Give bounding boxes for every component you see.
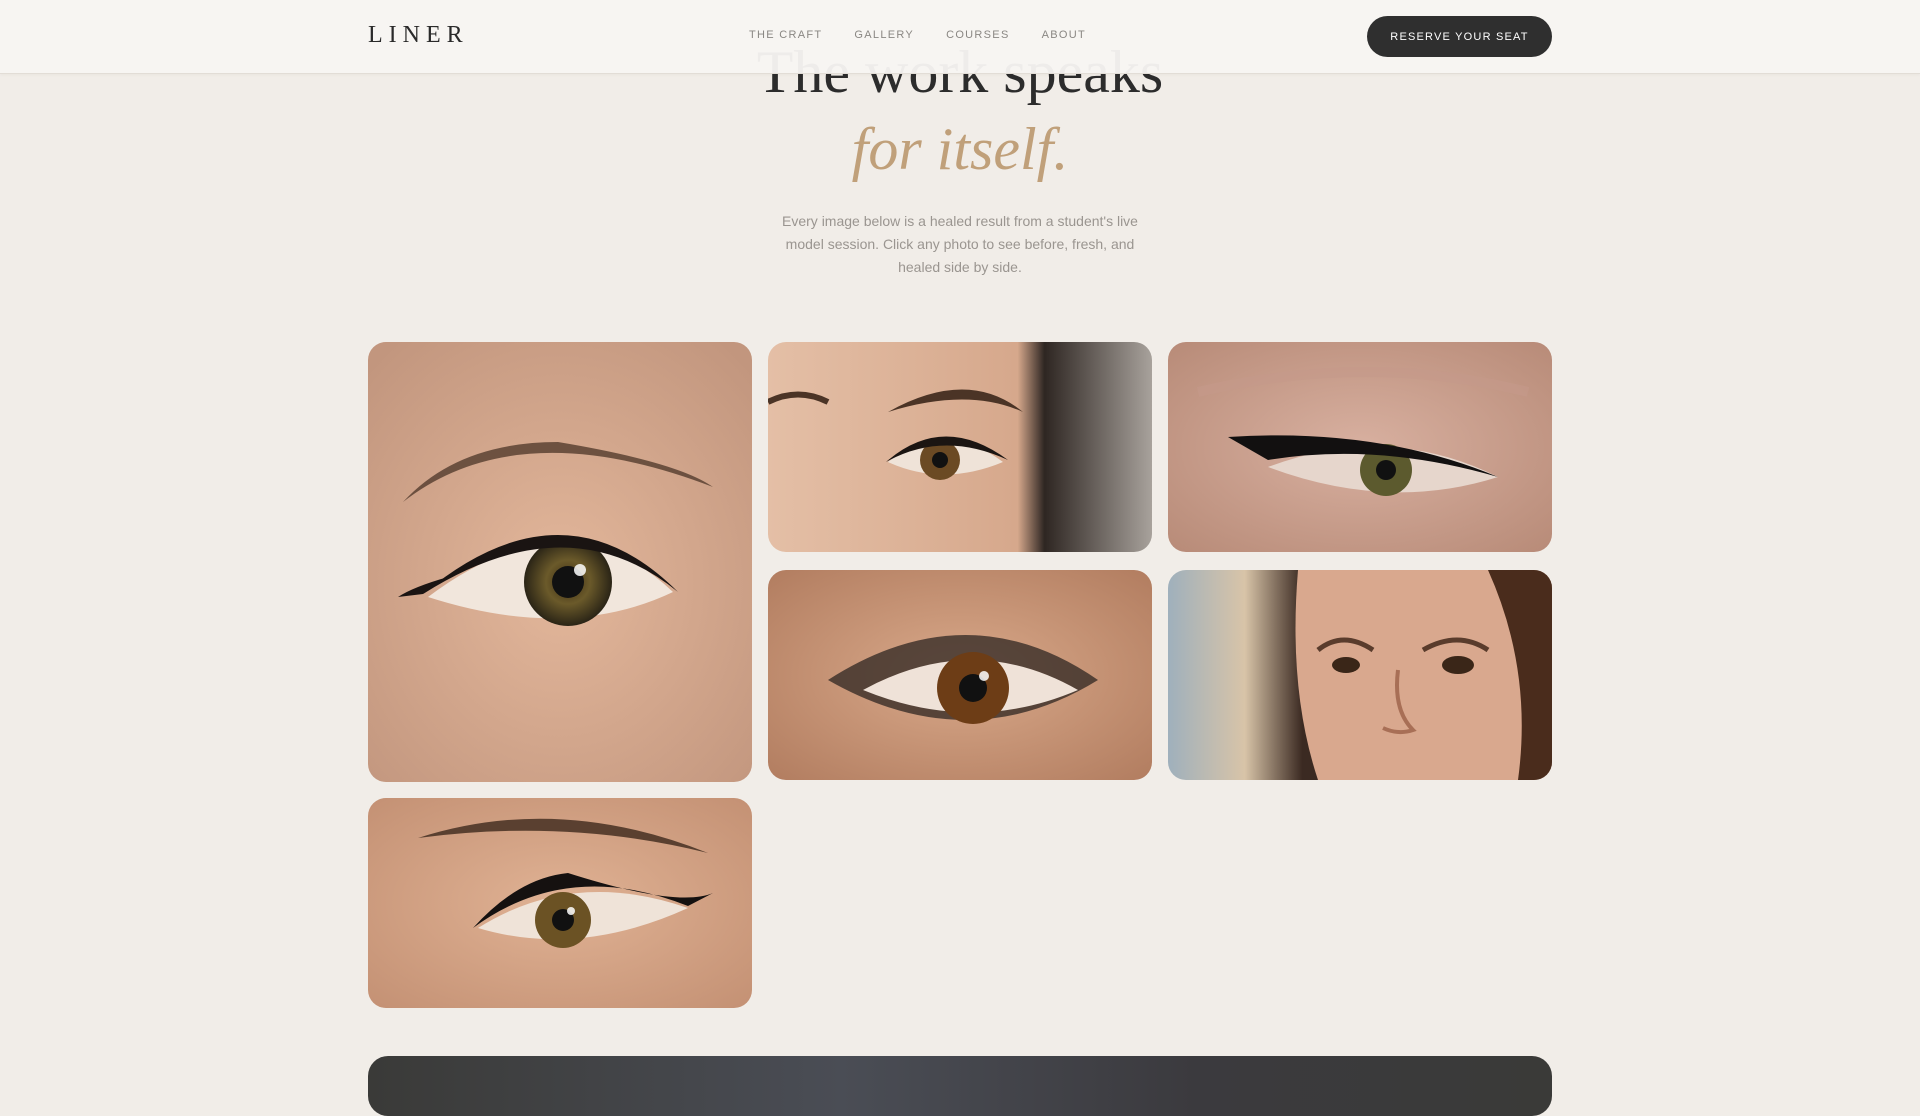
logo[interactable]: LINER — [368, 22, 469, 49]
gallery-photo-4[interactable] — [768, 570, 1152, 780]
eye-photo-image — [768, 570, 1152, 780]
nav-item-about[interactable]: ABOUT — [1042, 29, 1086, 41]
gallery-photo-2[interactable] — [768, 342, 1152, 552]
gallery-photo-3[interactable] — [1168, 342, 1552, 552]
page-headline-accent: for itself. — [851, 116, 1069, 182]
gallery-photo-6[interactable] — [368, 798, 752, 1008]
reserve-seat-button[interactable]: RESERVE YOUR SEAT — [1367, 16, 1552, 57]
main-nav: THE CRAFT GALLERY COURSES ABOUT — [749, 29, 1086, 41]
nav-item-the-craft[interactable]: THE CRAFT — [749, 29, 822, 41]
hero-subtext: Every image below is a healed result fro… — [782, 213, 1138, 275]
face-photo-image — [1168, 570, 1552, 780]
eye-photo-image — [368, 342, 752, 782]
gallery-photo-1[interactable] — [368, 342, 752, 782]
nav-item-courses[interactable]: COURSES — [946, 29, 1010, 41]
nav-item-gallery[interactable]: GALLERY — [854, 29, 914, 41]
site-header: LINER THE CRAFT GALLERY COURSES ABOUT RE… — [0, 0, 1920, 74]
gallery-photo-5[interactable] — [1168, 570, 1552, 780]
featured-banner — [368, 1056, 1552, 1116]
eye-photo-image — [1168, 342, 1552, 552]
eye-photo-image — [768, 342, 1152, 552]
eye-photo-image — [368, 798, 752, 1008]
